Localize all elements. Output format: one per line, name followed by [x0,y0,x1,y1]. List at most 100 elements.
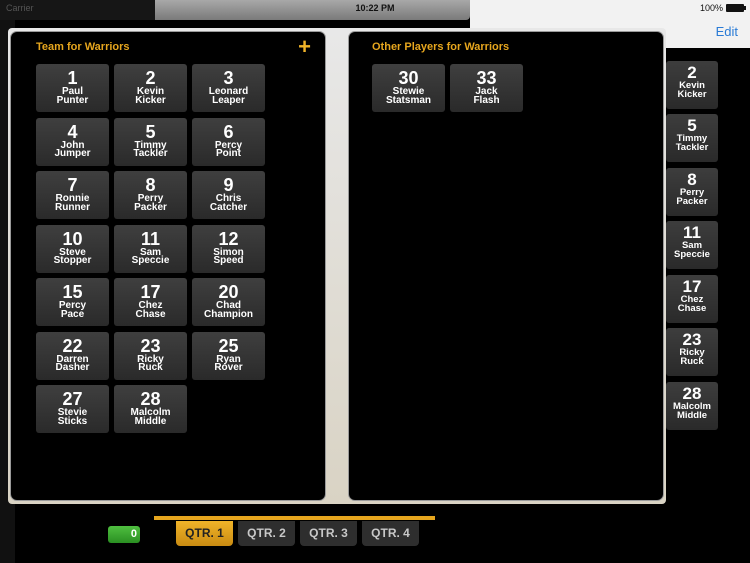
player-name: Chez Chase [677,294,707,314]
player-name: Malcolm Middle [130,407,171,427]
player-tile[interactable]: 28 Malcolm Middle [114,385,187,433]
player-name: John Jumper [54,139,91,159]
player-name: Chez Chase [135,300,166,320]
player-tile[interactable]: 6 Percy Point [192,117,265,166]
player-name: Stevie Sticks [57,407,88,427]
player-name: Sam Speccie [131,246,170,266]
player-number: 11 [140,228,161,249]
player-tile[interactable]: 9 Chris Catcher [192,171,265,219]
player-number: 1 [67,68,78,88]
team-panel-title: Team for Warriors [36,41,130,53]
player-tile[interactable]: 1 Paul Punter [36,64,109,112]
player-name: Perry Packer [676,187,708,207]
player-name: Ricky Ruck [137,353,164,373]
tab-qtr-1[interactable]: QTR. 1 [176,521,233,546]
player-tile[interactable]: 3 Leonard Leaper [192,64,265,112]
player-number: 7 [67,175,78,195]
player-name: Ricky Ruck [679,347,705,367]
player-name: Darren Dasher [55,353,90,373]
player-name: Chad Champion [204,300,253,320]
side-player-tile[interactable]: 8 Perry Packer [666,168,718,216]
player-name: Steve Stopper [53,246,92,266]
player-name: Stewie Statsman [385,86,431,106]
side-player-tile[interactable]: 23 Ricky Ruck [666,328,718,376]
app-root: Edit Carrier 10:22 PM 100% 2 Kevin Kicke… [0,0,750,563]
quarter-tabs: QTR. 1 QTR. 2 QTR. 3 QTR. 4 [176,521,419,546]
player-number: 8 [145,175,156,195]
side-player-list: 2 Kevin Kicker 5 Timmy Tackler 8 Perry P… [660,48,750,563]
status-battery: 100% [699,3,746,13]
side-player-tile[interactable]: 2 Kevin Kicker [666,61,718,109]
player-name: Chris Catcher [209,193,248,213]
player-tile[interactable]: 33 Jack Flash [450,64,523,112]
battery-percent: 100% [699,3,723,13]
player-number: 33 [476,68,497,88]
player-name: Kevin Kicker [677,80,707,100]
other-panel-title: Other Players for Warriors [372,41,510,53]
player-name: Timmy Tackler [133,139,168,159]
playback-controls [30,503,140,515]
score-badge: 0 [108,526,140,543]
player-number: 30 [398,68,419,88]
tab-qtr-4[interactable]: QTR. 4 [362,521,419,546]
team-panel: Team for Warriors + 1 Paul Punter 2 Kevin K… [10,31,326,501]
player-number: 3 [223,68,234,88]
player-tile[interactable]: 7 Ronnie Runner [36,171,109,219]
player-tile[interactable]: 8 Perry Packer [114,171,187,219]
plus-icon: + [298,34,311,59]
player-tile[interactable]: 12 Simon Speed [192,224,265,273]
add-player-button[interactable]: + [298,36,311,58]
player-tile[interactable]: 20 Chad Champion [192,278,265,326]
player-number: 22 [62,335,83,356]
edit-button[interactable]: Edit [716,24,738,39]
player-tile[interactable]: 25 Ryan Rover [192,331,265,380]
player-number: 10 [62,228,83,249]
player-name: Perry Packer [134,193,167,213]
player-name: Timmy Tackler [675,133,709,153]
player-number: 9 [223,175,234,195]
player-number: 25 [218,335,239,356]
player-tile[interactable]: 22 Darren Dasher [36,331,109,380]
player-number: 6 [223,121,234,142]
other-player-grid: 30 Stewie Statsman 33 Jack Flash [372,64,601,112]
team-player-grid: 1 Paul Punter 2 Kevin Kicker 3 Leonard Leaper… [36,64,265,433]
player-number: 27 [62,389,83,409]
quarter-accent-bar [154,516,435,520]
player-tile[interactable]: 10 Steve Stopper [36,224,109,273]
player-name: Kevin Kicker [135,86,166,106]
tab-qtr-3[interactable]: QTR. 3 [300,521,357,546]
player-name: Malcolm Middle [672,401,711,421]
player-tile[interactable]: 5 Timmy Tackler [114,117,187,166]
player-number: 5 [145,121,156,142]
status-time: 10:22 PM [355,3,395,13]
tab-qtr-2[interactable]: QTR. 2 [238,521,295,546]
player-tile[interactable]: 23 Ricky Ruck [114,331,187,380]
player-tile[interactable]: 4 John Jumper [36,117,109,166]
player-name: Ryan Rover [214,353,243,373]
player-name: Ronnie Runner [55,193,90,213]
player-name: Sam Speccie [674,240,710,260]
player-name: Percy Point [214,139,243,159]
player-tile[interactable]: 15 Percy Pace [36,278,109,326]
side-player-tile[interactable]: 28 Malcolm Middle [666,382,718,430]
side-player-tile[interactable]: 17 Chez Chase [666,275,718,323]
player-name: Paul Punter [56,86,89,106]
player-tile[interactable]: 30 Stewie Statsman [372,64,445,112]
player-tile[interactable]: 2 Kevin Kicker [114,64,187,112]
player-number: 15 [62,282,83,302]
player-number: 12 [218,228,239,249]
other-players-panel: Other Players for Warriors 30 Stewie Stat… [348,31,664,501]
player-name: Simon Speed [213,246,244,266]
player-tile[interactable]: 17 Chez Chase [114,278,187,326]
player-number: 23 [140,335,161,356]
player-number: 4 [67,121,78,142]
player-number: 28 [140,389,161,409]
side-player-tile[interactable]: 11 Sam Speccie [666,221,718,269]
player-tile[interactable]: 27 Stevie Sticks [36,385,109,433]
side-player-tile[interactable]: 5 Timmy Tackler [666,114,718,162]
player-tile[interactable]: 11 Sam Speccie [114,224,187,273]
player-number: 2 [145,68,156,88]
player-number: 20 [218,282,239,302]
player-name: Leonard Leaper [208,86,249,106]
battery-icon [726,4,746,12]
